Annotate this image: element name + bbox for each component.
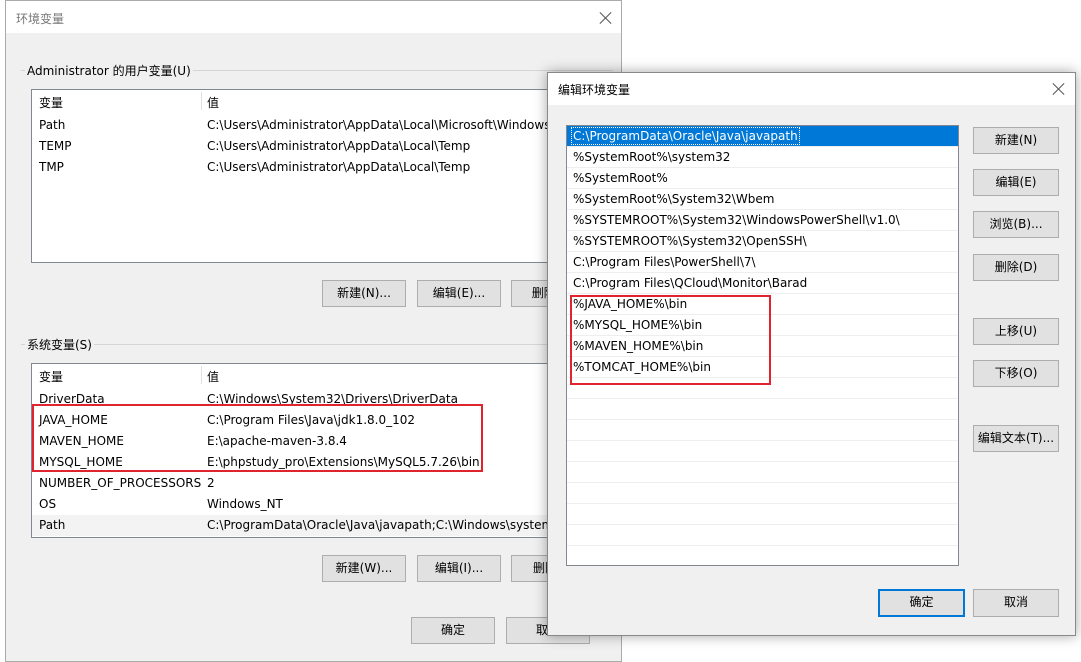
edit-dialog-title: 编辑环境变量	[558, 83, 631, 97]
table-row[interactable]: Path C:\ProgramData\Oracle\Java\javapath…	[32, 515, 610, 536]
column-header-value[interactable]: 值	[207, 94, 219, 111]
var-value: C:\Users\Administrator\AppData\Local\Tem…	[207, 139, 471, 153]
close-icon[interactable]	[1053, 83, 1065, 95]
var-value: C:\Users\Administrator\AppData\Local\Mic…	[207, 118, 585, 132]
highlight-box-path-entries	[570, 295, 771, 385]
list-item[interactable]: C:\Program Files\PowerShell\7\	[567, 252, 958, 273]
var-name: OS	[39, 497, 57, 511]
user-vars-header: 变量 值	[32, 90, 610, 112]
var-name: NUMBER_OF_PROCESSORS	[39, 476, 202, 490]
var-name: TMP	[39, 160, 64, 174]
var-value: Windows_NT	[207, 497, 283, 511]
var-value: C:\ProgramData\Oracle\Java\javapath;C:\W…	[207, 518, 573, 532]
table-row[interactable]: OS Windows_NT	[32, 494, 610, 515]
highlight-box-system-vars	[32, 404, 483, 472]
empty-list-row	[567, 504, 958, 525]
list-item[interactable]: %SYSTEMROOT%\System32\OpenSSH\	[567, 231, 958, 252]
column-header-variable[interactable]: 变量	[39, 94, 63, 111]
system-vars-group-label: 系统变量(S)	[25, 336, 94, 353]
user-edit-button[interactable]: 编辑(E)...	[417, 280, 501, 307]
close-icon[interactable]	[600, 12, 612, 24]
env-dialog-title: 环境变量	[16, 12, 65, 26]
edit-environment-variable-dialog: 编辑环境变量 C:\ProgramData\Oracle\Java\javapa…	[547, 72, 1076, 636]
column-header-value[interactable]: 值	[207, 368, 219, 385]
list-item[interactable]: %SYSTEMROOT%\System32\WindowsPowerShell\…	[567, 210, 958, 231]
empty-list-row	[567, 420, 958, 441]
user-vars-group-label: Administrator 的用户变量(U)	[25, 62, 193, 79]
user-new-button[interactable]: 新建(N)...	[322, 280, 406, 307]
edit-dialog-titlebar[interactable]: 编辑环境变量	[548, 73, 1075, 105]
edit-entry-button[interactable]: 编辑(E)	[973, 169, 1059, 196]
list-item[interactable]: C:\Program Files\QCloud\Monitor\Barad	[567, 273, 958, 294]
system-edit-button[interactable]: 编辑(I)...	[417, 555, 501, 582]
var-name: Path	[39, 118, 66, 132]
empty-list-row	[567, 462, 958, 483]
var-value: C:\Users\Administrator\AppData\Local\Tem…	[207, 160, 471, 174]
edit-ok-button[interactable]: 确定	[878, 589, 965, 617]
env-ok-button[interactable]: 确定	[411, 617, 495, 644]
list-item[interactable]: %SystemRoot%	[567, 168, 958, 189]
move-down-button[interactable]: 下移(O)	[973, 360, 1059, 387]
table-row[interactable]: NUMBER_OF_PROCESSORS 2	[32, 473, 610, 494]
system-new-button[interactable]: 新建(W)...	[322, 555, 406, 582]
list-item[interactable]: C:\ProgramData\Oracle\Java\javapath	[567, 126, 958, 147]
move-up-button[interactable]: 上移(U)	[973, 318, 1059, 345]
system-vars-group-line	[21, 344, 613, 345]
browse-button[interactable]: 浏览(B)...	[973, 211, 1059, 238]
table-row[interactable]: TMP C:\Users\Administrator\AppData\Local…	[32, 157, 610, 178]
list-item[interactable]: %SystemRoot%\system32	[567, 147, 958, 168]
environment-variables-dialog: 环境变量 Administrator 的用户变量(U) 变量 值 Path C:…	[5, 0, 622, 662]
system-vars-header: 变量 值	[32, 364, 610, 386]
new-entry-button[interactable]: 新建(N)	[973, 127, 1059, 154]
edit-text-button[interactable]: 编辑文本(T)...	[973, 425, 1059, 452]
delete-entry-button[interactable]: 删除(D)	[973, 254, 1059, 281]
empty-list-row	[567, 399, 958, 420]
empty-list-row	[567, 525, 958, 546]
edit-cancel-button[interactable]: 取消	[973, 589, 1059, 617]
var-name: Path	[39, 518, 66, 532]
list-item[interactable]: %SystemRoot%\System32\Wbem	[567, 189, 958, 210]
user-vars-list[interactable]: 变量 值 Path C:\Users\Administrator\AppData…	[31, 89, 611, 263]
column-header-variable[interactable]: 变量	[39, 368, 63, 385]
empty-list-row	[567, 441, 958, 462]
empty-list-row	[567, 483, 958, 504]
table-row[interactable]: Path C:\Users\Administrator\AppData\Loca…	[32, 115, 610, 136]
var-value: 2	[207, 476, 215, 490]
var-name: TEMP	[39, 139, 72, 153]
env-dialog-titlebar[interactable]: 环境变量	[6, 1, 621, 33]
table-row[interactable]: TEMP C:\Users\Administrator\AppData\Loca…	[32, 136, 610, 157]
